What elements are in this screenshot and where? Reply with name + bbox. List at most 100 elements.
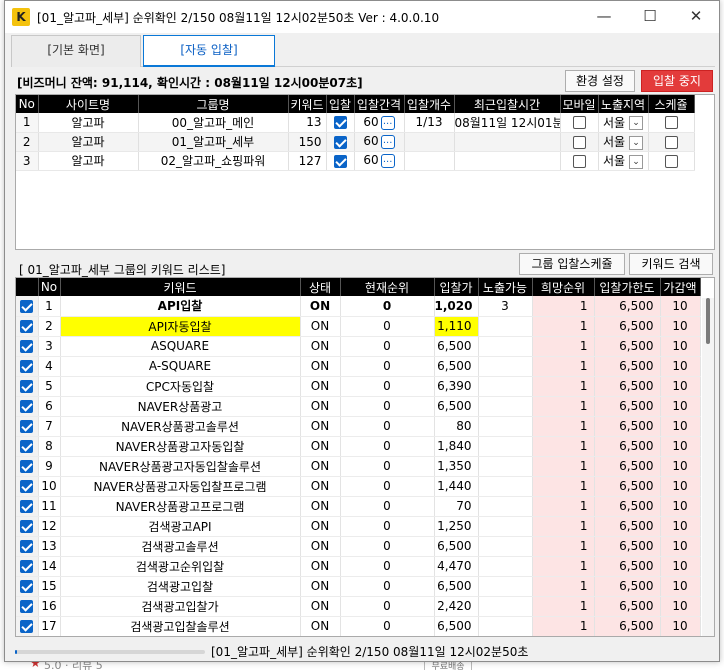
scrollbar-thumb[interactable] — [706, 298, 710, 344]
keyword-row[interactable]: 9 NAVER상품광고자동입찰솔루션 ON 0 1,350 1 6,500 10 — [16, 456, 701, 477]
chevron-down-icon[interactable]: ⌄ — [629, 154, 644, 169]
group-region-cell[interactable]: 서울 ⌄ — [598, 151, 649, 171]
bid-checkbox[interactable] — [333, 154, 347, 168]
keyword-row[interactable]: 8 NAVER상품광고자동입찰 ON 0 1,840 1 6,500 10 — [16, 436, 701, 457]
group-col-header[interactable]: 키워드 — [288, 95, 327, 113]
keyword-search-button[interactable]: 키워드 검색 — [629, 253, 713, 275]
keyword-name: NAVER상품광고프로그램 — [60, 496, 301, 517]
tab-basic-screen[interactable]: [기본 화면] — [11, 35, 141, 67]
group-row[interactable]: 3 알고파 02_알고파_쇼핑파워 127 60... 서울 ⌄ — [16, 151, 695, 171]
keyword-checkbox[interactable] — [20, 460, 34, 473]
keyword-col-header[interactable]: 가감액 — [660, 278, 701, 296]
keyword-row[interactable]: 4 A-SQUARE ON 0 6,500 1 6,500 10 — [16, 356, 701, 377]
keyword-row[interactable]: 17 검색광고입찰솔루션 ON 0 6,500 1 6,500 10 — [16, 616, 701, 636]
group-site: 알고파 — [38, 132, 139, 152]
keyword-row[interactable]: 12 검색광고API ON 0 1,250 1 6,500 10 — [16, 516, 701, 537]
keyword-checkbox[interactable] — [20, 540, 34, 553]
mobile-checkbox[interactable] — [572, 135, 586, 149]
group-interval-cell: 60... — [354, 151, 405, 171]
bid-stop-button[interactable]: 입찰 중지 — [641, 70, 713, 92]
keyword-bid-price: 6,390 — [434, 376, 479, 397]
group-region-cell[interactable]: 서울 ⌄ — [598, 132, 649, 152]
schedule-checkbox[interactable] — [664, 154, 678, 168]
keyword-col-header[interactable] — [16, 278, 39, 296]
keyword-checkbox[interactable] — [20, 500, 34, 513]
keyword-checkbox[interactable] — [20, 440, 34, 453]
group-row[interactable]: 1 알고파 00_알고파_메인 13 60... 1/13 08월11일 12시01분 서울 ⌄ — [16, 113, 695, 133]
keyword-state: ON — [300, 596, 341, 617]
keyword-checkbox[interactable] — [20, 580, 34, 593]
keyword-col-header[interactable]: 입찰가 — [434, 278, 479, 296]
keyword-row[interactable]: 3 ASQUARE ON 0 6,500 1 6,500 10 — [16, 336, 701, 357]
interval-more-button[interactable]: ... — [380, 134, 395, 149]
group-col-header[interactable]: 모바일 — [560, 95, 599, 113]
chevron-down-icon[interactable]: ⌄ — [629, 135, 644, 150]
keyword-col-header[interactable]: 상태 — [300, 278, 341, 296]
keyword-checkbox[interactable] — [20, 320, 34, 333]
group-col-header[interactable]: 노출지역 — [598, 95, 649, 113]
group-grid: No 사이트명 그룹명 키워드 입찰 입찰간격 입찰개수 최근입찰시간 모바일 노출지역 스케쥴 1… — [15, 94, 715, 250]
env-settings-button[interactable]: 환경 설정 — [565, 70, 635, 92]
keyword-checkbox[interactable] — [20, 340, 34, 353]
bid-checkbox[interactable] — [333, 116, 347, 130]
keyword-checkbox[interactable] — [20, 480, 34, 493]
keyword-current-rank: 0 — [340, 476, 435, 497]
keyword-bid-limit: 6,500 — [594, 476, 661, 497]
chevron-down-icon[interactable]: ⌄ — [629, 116, 644, 131]
keyword-bid-limit: 6,500 — [594, 336, 661, 357]
keyword-col-header[interactable]: 노출가능 — [478, 278, 533, 296]
keyword-row[interactable]: 14 검색광고순위입찰 ON 0 4,470 1 6,500 10 — [16, 556, 701, 577]
title-bar[interactable]: K [01_알고파_세부] 순위확인 2/150 08월11일 12시02분50… — [5, 1, 719, 33]
keyword-checkbox[interactable] — [20, 560, 34, 573]
interval-more-button[interactable]: ... — [380, 153, 395, 168]
keyword-checkbox[interactable] — [20, 360, 34, 373]
minimize-button[interactable]: — — [581, 1, 627, 33]
keyword-no: 10 — [38, 476, 61, 497]
group-col-header[interactable]: 입찰 — [326, 95, 355, 113]
group-col-header[interactable]: 입찰간격 — [354, 95, 405, 113]
keyword-checkbox[interactable] — [20, 520, 34, 533]
keyword-col-header[interactable]: No — [38, 278, 61, 296]
keyword-row[interactable]: 5 CPC자동입찰 ON 0 6,390 1 6,500 10 — [16, 376, 701, 397]
keyword-checkbox[interactable] — [20, 299, 34, 313]
schedule-checkbox[interactable] — [664, 135, 678, 149]
group-region-cell[interactable]: 서울 ⌄ — [598, 113, 649, 133]
keyword-row[interactable]: 1 API입찰 ON 0 1,020 3 1 6,500 10 — [16, 296, 701, 317]
group-schedule-button[interactable]: 그룹 입찰스케쥴 — [519, 253, 625, 275]
keyword-row[interactable]: 7 NAVER상품광고솔루션 ON 0 80 1 6,500 10 — [16, 416, 701, 437]
group-col-header[interactable]: 스케쥴 — [648, 95, 695, 113]
keyword-checkbox[interactable] — [20, 400, 34, 413]
keyword-checkbox[interactable] — [20, 380, 34, 393]
tab-auto-bid[interactable]: [자동 입찰] — [143, 35, 275, 67]
group-row[interactable]: 2 알고파 01_알고파_세부 150 60... 서울 ⌄ — [16, 132, 695, 152]
vertical-scrollbar[interactable] — [702, 298, 714, 636]
close-button[interactable]: ✕ — [673, 1, 719, 33]
keyword-row[interactable]: 11 NAVER상품광고프로그램 ON 0 70 1 6,500 10 — [16, 496, 701, 517]
group-col-header[interactable]: 사이트명 — [38, 95, 139, 113]
keyword-col-header[interactable]: 희망순위 — [532, 278, 595, 296]
keyword-row[interactable]: 15 검색광고입찰 ON 0 6,500 1 6,500 10 — [16, 576, 701, 597]
maximize-button[interactable]: ☐ — [627, 1, 673, 33]
keyword-delta: 10 — [660, 536, 701, 557]
keyword-col-header[interactable]: 키워드 — [60, 278, 301, 296]
mobile-checkbox[interactable] — [572, 116, 586, 130]
keyword-col-header[interactable]: 입찰가한도 — [594, 278, 661, 296]
group-col-header[interactable]: 그룹명 — [138, 95, 289, 113]
keyword-checkbox[interactable] — [20, 620, 34, 633]
keyword-row[interactable]: 16 검색광고입찰가 ON 0 2,420 1 6,500 10 — [16, 596, 701, 617]
keyword-row[interactable]: 2 API자동입찰 ON 0 1,110 1 6,500 10 — [16, 316, 701, 337]
keyword-checkbox[interactable] — [20, 600, 34, 613]
interval-more-button[interactable]: ... — [380, 115, 395, 130]
group-col-header[interactable]: No — [16, 95, 39, 113]
group-interval: 60 — [363, 115, 379, 129]
keyword-checkbox[interactable] — [20, 420, 34, 433]
keyword-row[interactable]: 13 검색광고솔루션 ON 0 6,500 1 6,500 10 — [16, 536, 701, 557]
keyword-row[interactable]: 10 NAVER상품광고자동입찰프로그램 ON 0 1,440 1 6,500 10 — [16, 476, 701, 497]
keyword-col-header[interactable]: 현재순위 — [340, 278, 435, 296]
bid-checkbox[interactable] — [333, 135, 347, 149]
schedule-checkbox[interactable] — [664, 116, 678, 130]
keyword-row[interactable]: 6 NAVER상품광고 ON 0 6,500 1 6,500 10 — [16, 396, 701, 417]
group-col-header[interactable]: 입찰개수 — [404, 95, 455, 113]
mobile-checkbox[interactable] — [572, 154, 586, 168]
group-col-header[interactable]: 최근입찰시간 — [454, 95, 561, 113]
